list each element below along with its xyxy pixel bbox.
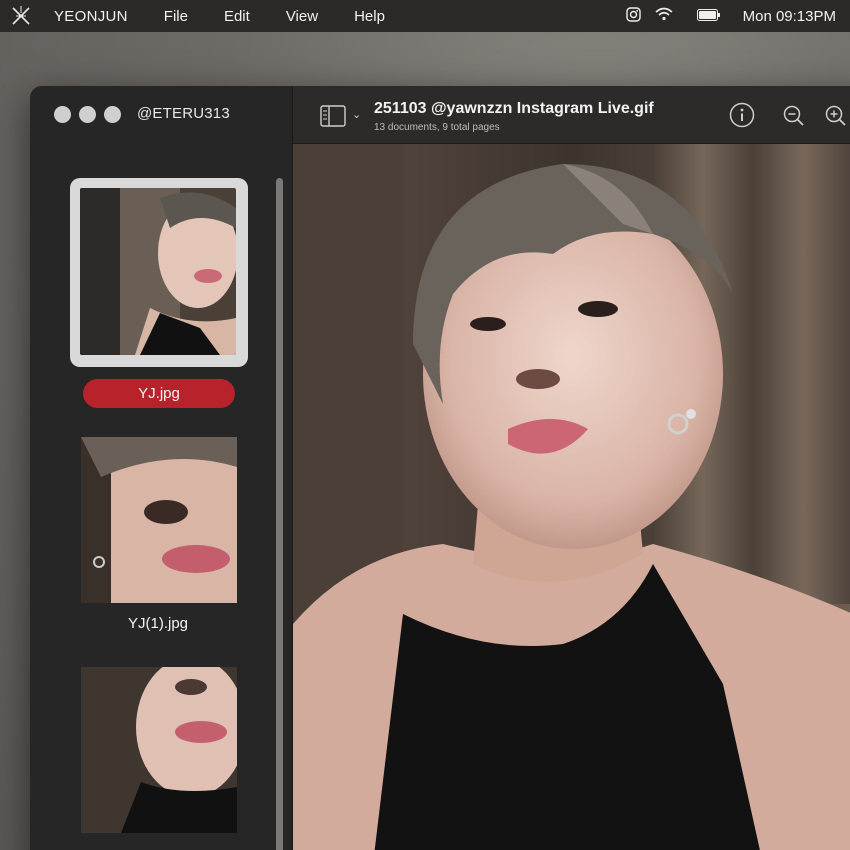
sidebar-item-label: YJ(1).jpg: [127, 615, 189, 632]
chevron-down-icon[interactable]: ⌄: [352, 108, 361, 121]
sidebar-item-yj-1[interactable]: YJ(1).jpg: [70, 437, 246, 632]
menu-clock[interactable]: Mon 09:13PM: [743, 8, 836, 25]
toolbar: ⌄ 251103 @yawnzzn Instagram Live.gif 13 …: [293, 86, 850, 144]
main-photo: [293, 144, 850, 850]
zoom-in-icon[interactable]: [825, 105, 847, 132]
app-logo-icon[interactable]: [10, 5, 32, 27]
sidebar-item-yj[interactable]: YJ.jpg: [70, 178, 248, 408]
menu-view[interactable]: View: [286, 8, 318, 25]
sidebar-item-label: YJ.jpg: [83, 379, 235, 408]
menu-app-name[interactable]: YEONJUN: [54, 8, 128, 25]
wifi-icon[interactable]: [655, 7, 673, 25]
sidebar-scrollbar[interactable]: [276, 178, 283, 850]
instagram-icon[interactable]: [625, 6, 641, 26]
close-button[interactable]: [54, 106, 71, 123]
menu-help[interactable]: Help: [354, 8, 385, 25]
thumbnail-image: [81, 437, 237, 603]
sidebar-toggle-icon[interactable]: [320, 105, 346, 132]
document-title: 251103 @yawnzzn Instagram Live.gif: [374, 100, 654, 117]
zoom-out-icon[interactable]: [783, 105, 805, 132]
window-controls: [54, 106, 121, 123]
image-viewer[interactable]: [293, 144, 850, 850]
account-handle: @ETERU313: [137, 105, 230, 122]
menu-edit[interactable]: Edit: [224, 8, 250, 25]
preview-window: @ETERU313 YJ.jpg YJ(1).jpg ⌄ 251103 @yaw…: [30, 86, 850, 850]
document-subtitle: 13 documents, 9 total pages: [374, 122, 500, 133]
thumbnail-image: [80, 188, 236, 355]
minimize-button[interactable]: [79, 106, 96, 123]
zoom-button[interactable]: [104, 106, 121, 123]
sidebar: @ETERU313 YJ.jpg YJ(1).jpg: [30, 86, 293, 850]
sidebar-item-3[interactable]: [70, 667, 246, 833]
menu-bar: YEONJUN File Edit View Help Mon 09:13PM: [0, 0, 850, 32]
battery-icon[interactable]: [696, 8, 721, 25]
thumbnail-selected-frame: [70, 178, 248, 367]
thumbnail-image: [81, 667, 237, 833]
info-icon[interactable]: [729, 102, 755, 133]
menu-file[interactable]: File: [164, 8, 188, 25]
